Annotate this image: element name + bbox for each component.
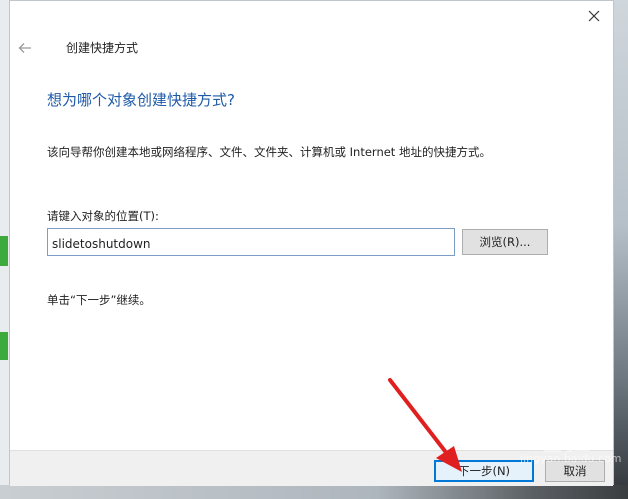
desktop-background-bottom <box>0 485 628 499</box>
create-shortcut-dialog: 创建快捷方式 想为哪个对象创建快捷方式? 该向导帮你创建本地或网络程序、文件、文… <box>9 0 614 486</box>
cancel-button[interactable]: 取消 <box>545 460 605 482</box>
next-button[interactable]: 下一步(N) <box>434 460 534 482</box>
dialog-footer: 下一步(N) 取消 <box>10 450 613 486</box>
close-button[interactable] <box>583 5 605 27</box>
wizard-description: 该向导帮你创建本地或网络程序、文件、文件夹、计算机或 Internet 地址的快… <box>47 145 491 159</box>
close-icon <box>588 10 600 22</box>
back-arrow-icon <box>18 43 31 53</box>
window-title: 创建快捷方式 <box>66 41 139 55</box>
desktop-background-right <box>614 0 628 499</box>
location-input[interactable] <box>47 228 455 256</box>
title-bar: 创建快捷方式 <box>10 37 613 59</box>
desktop-fragment-green <box>0 332 8 360</box>
browse-button[interactable]: 浏览(R)... <box>462 229 548 255</box>
back-button[interactable] <box>15 38 35 58</box>
continue-hint: 单击“下一步”继续。 <box>47 293 151 307</box>
location-label: 请键入对象的位置(T): <box>47 209 159 223</box>
desktop-fragment-green <box>0 236 8 266</box>
page-heading: 想为哪个对象创建快捷方式? <box>47 91 235 109</box>
